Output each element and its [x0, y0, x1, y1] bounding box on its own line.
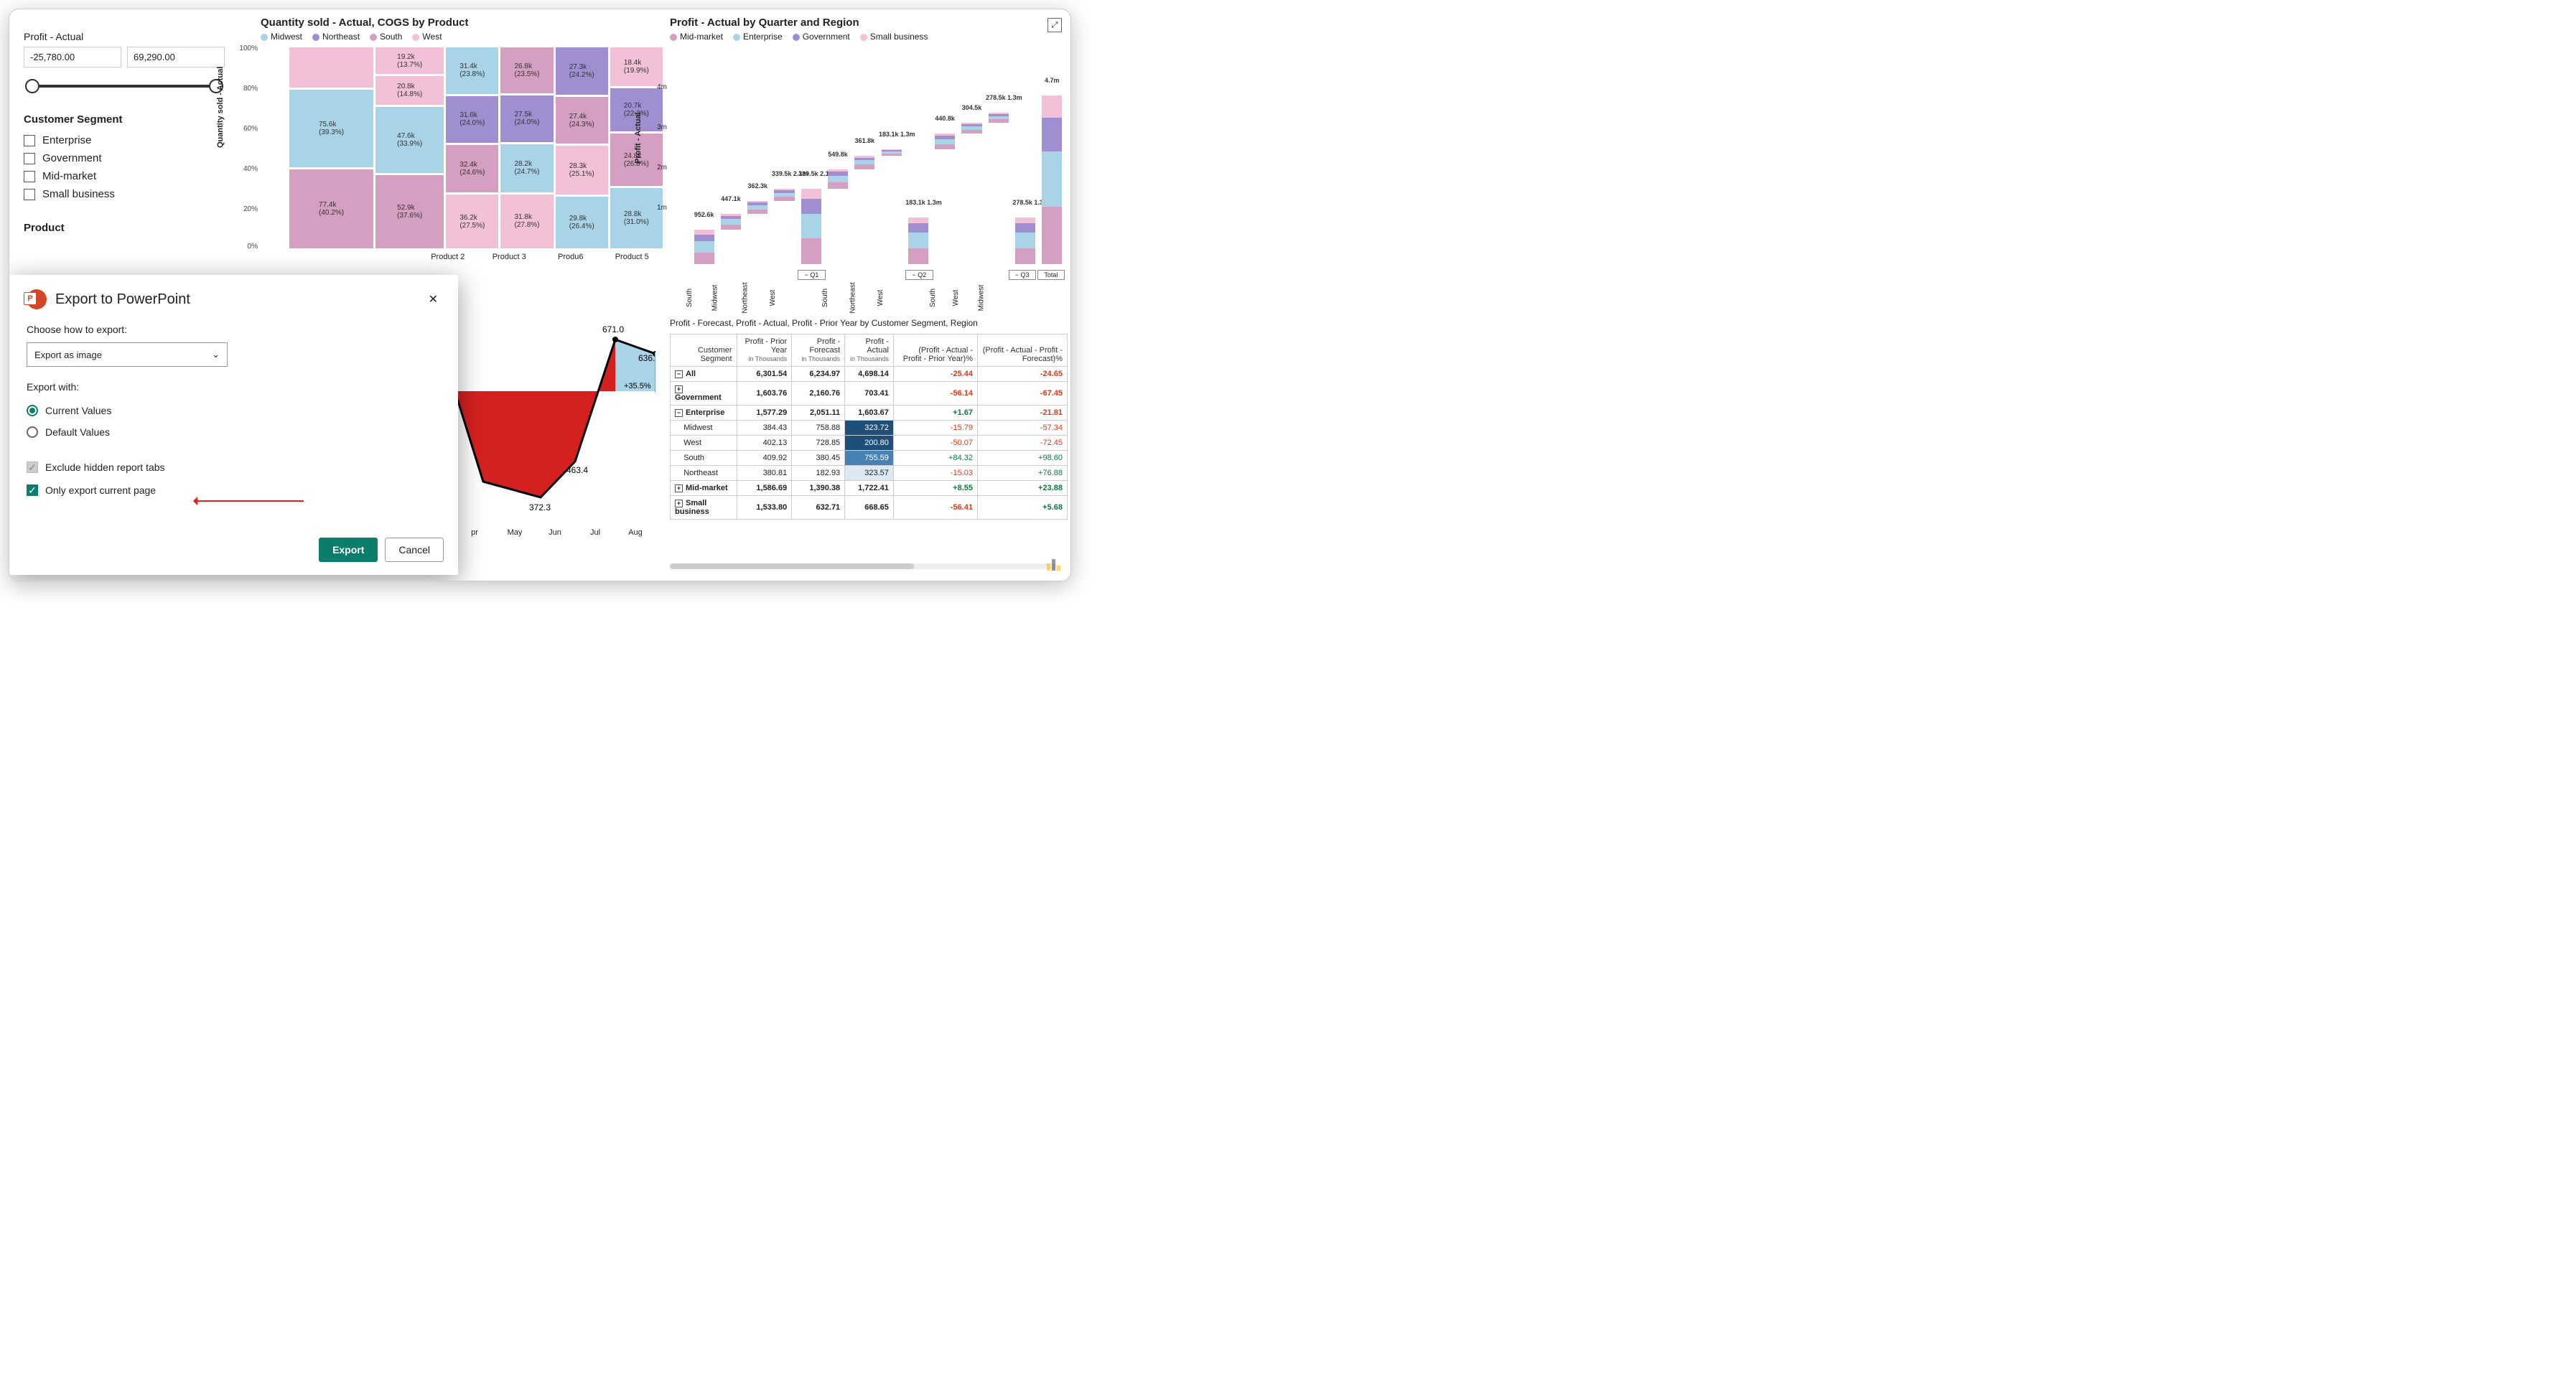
stacked-chart-panel: Quantity sold - Actual, COGS by Product … — [261, 17, 663, 261]
dashboard-container: Profit - Actual -25,780.00 69,290.00 Cus… — [9, 9, 1071, 581]
stacked-chart-title: Quantity sold - Actual, COGS by Product — [261, 17, 663, 29]
line-chart-panel: 671.0 636. +35.5% 3.7 372.3 463.4 prMayJ… — [454, 311, 655, 555]
radio-current-values[interactable]: Current Values — [27, 400, 441, 421]
range-max-input[interactable]: 69,290.00 — [127, 47, 225, 67]
export-powerpoint-dialog: Export to PowerPoint ✕ Choose how to exp… — [9, 275, 458, 575]
svg-text:463.4: 463.4 — [566, 465, 588, 475]
expand-icon[interactable]: − — [675, 409, 683, 417]
collapse-icon[interactable]: − Q3 — [1009, 270, 1036, 280]
dialog-title: Export to PowerPoint — [55, 291, 417, 308]
waterfall-legend: Mid-market Enterprise Government Small b… — [670, 32, 1065, 42]
svg-text:372.3: 372.3 — [529, 502, 551, 512]
line-chart[interactable]: 671.0 636. +35.5% 3.7 372.3 463.4 — [454, 311, 655, 526]
stacked-chart-body[interactable]: 75.6k(39.3%)77.4k(40.2%)19.2k(13.7%)20.8… — [289, 47, 663, 248]
choose-export-label: Choose how to export: — [27, 324, 441, 335]
segment-checkbox[interactable]: Mid-market — [24, 167, 225, 185]
expand-icon[interactable]: + — [675, 500, 683, 507]
collapse-icon[interactable]: − Q2 — [905, 270, 933, 280]
export-mode-select[interactable]: Export as image ⌄ — [27, 342, 228, 367]
svg-text:636.: 636. — [638, 353, 655, 363]
segment-slicer-title: Customer Segment — [24, 113, 225, 126]
waterfall-y-axis-label: Profit - Actual — [634, 112, 643, 164]
close-icon[interactable]: ✕ — [426, 289, 441, 309]
product-slicer-title: Product — [24, 222, 225, 234]
horizontal-scrollbar[interactable] — [670, 563, 1058, 569]
svg-text:671.0: 671.0 — [602, 324, 624, 334]
stacked-y-axis-label: Quantity sold - Actual — [216, 67, 225, 148]
waterfall-title: Profit - Actual by Quarter and Region — [670, 17, 1065, 29]
focus-mode-icon[interactable]: ⤢ — [1047, 18, 1062, 32]
profit-table-panel: Profit - Forecast, Profit - Actual, Prof… — [670, 318, 1068, 520]
waterfall-chart-body[interactable]: 952.6k447.1k362.3k339.5k 2.1m339.5k 2.1m… — [691, 63, 1065, 264]
waterfall-panel: ⤢ Profit - Actual by Quarter and Region … — [670, 17, 1065, 303]
export-button[interactable]: Export — [319, 538, 378, 562]
svg-text:+35.5%: +35.5% — [624, 382, 651, 390]
profit-table[interactable]: Customer SegmentProfit - Prior Yearin Th… — [670, 334, 1068, 520]
expand-icon[interactable]: − — [675, 370, 683, 378]
cancel-button[interactable]: Cancel — [385, 538, 444, 562]
checkbox-exclude-hidden: ✓Exclude hidden report tabs — [27, 456, 441, 479]
checkbox-only-current-page[interactable]: ✓Only export current page — [27, 479, 441, 502]
expand-icon[interactable]: + — [675, 385, 683, 393]
export-with-label: Export with: — [27, 381, 441, 393]
powerpoint-icon — [27, 289, 47, 309]
segment-checkbox[interactable]: Government — [24, 149, 225, 167]
range-slider[interactable] — [24, 78, 225, 95]
powerbi-logo-icon — [1047, 558, 1060, 571]
filter-panel: Profit - Actual -25,780.00 69,290.00 Cus… — [24, 31, 225, 240]
expand-icon[interactable]: + — [675, 484, 683, 492]
radio-default-values[interactable]: Default Values — [27, 421, 441, 443]
profit-table-title: Profit - Forecast, Profit - Actual, Prof… — [670, 318, 1068, 328]
stacked-legend: Midwest Northeast South West — [261, 32, 663, 42]
range-min-input[interactable]: -25,780.00 — [24, 47, 121, 67]
segment-checkbox[interactable]: Enterprise — [24, 131, 225, 149]
slider-thumb-min[interactable] — [25, 79, 39, 93]
annotation-arrow — [196, 500, 304, 502]
profit-slicer-title: Profit - Actual — [24, 31, 225, 42]
collapse-icon[interactable]: − Q1 — [798, 270, 825, 280]
collapse-icon[interactable]: Total — [1037, 270, 1065, 280]
svg-text:3.7: 3.7 — [462, 469, 474, 479]
chevron-down-icon: ⌄ — [212, 349, 220, 360]
segment-checkbox[interactable]: Small business — [24, 185, 225, 203]
